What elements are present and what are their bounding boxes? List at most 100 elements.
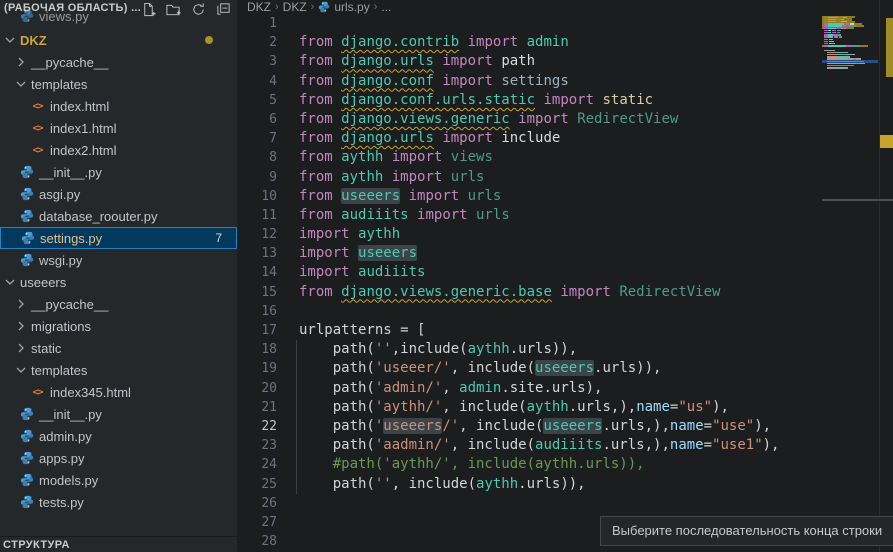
tree-item-templates[interactable]: templates (0, 73, 237, 95)
python-file-icon (19, 407, 34, 422)
tree-item--init-py[interactable]: __init__.py (0, 403, 237, 425)
code-line-4[interactable]: 4from django.conf import settings (237, 72, 877, 91)
line-number: 24 (237, 455, 277, 474)
code-text: from django.urls import include (277, 130, 560, 146)
tree-item-label: templates (31, 363, 87, 378)
refresh-icon[interactable] (190, 1, 206, 17)
breadcrumb-item[interactable]: DKZ (247, 0, 271, 14)
code-line-7[interactable]: 7from django.urls import include (237, 129, 877, 148)
tree-item-label: index345.html (50, 385, 131, 400)
tree-item-index1-html[interactable]: <>index1.html (0, 117, 237, 139)
tree-item--init-py[interactable]: __init__.py (0, 161, 237, 183)
code-text: path('aythh/', include(aythh.urls,),name… (277, 399, 729, 415)
code-editor[interactable]: DKZ › DKZ › urls.py ›... 12from django.contri… (237, 0, 893, 552)
tree-item-templates[interactable]: templates (0, 359, 237, 381)
tree-item-dkz[interactable]: DKZ (0, 29, 237, 51)
tree-item-index345-html[interactable]: <> index345.html (0, 381, 237, 403)
code-line-22[interactable]: 22 path('useeers/', include(useeers.urls… (237, 417, 877, 436)
code-line-16[interactable]: 16 (237, 302, 877, 321)
code-text (277, 514, 299, 530)
python-file-icon (19, 187, 34, 202)
tree-item-useeers[interactable]: useeers (0, 271, 237, 293)
tree-item-settings-py[interactable]: settings.py7 (0, 227, 237, 249)
code-line-9[interactable]: 9from aythh import urls (237, 168, 877, 187)
tree-item-tests-py[interactable]: tests.py (0, 491, 237, 513)
line-number: 2 (237, 33, 277, 52)
code-line-17[interactable]: 17urlpatterns = [ (237, 321, 877, 340)
tree-item-static[interactable]: static (0, 337, 237, 359)
tree-item-label: templates (31, 77, 87, 92)
line-number: 19 (237, 359, 277, 378)
line-number: 14 (237, 263, 277, 282)
tree-item-index2-html[interactable]: <>index2.html (0, 139, 237, 161)
html-file-icon: <> (30, 385, 45, 400)
tree-item-label: index2.html (50, 143, 116, 158)
code-line-18[interactable]: 18 path('',include(aythh.urls)), (237, 340, 877, 359)
tree-item-asgi-py[interactable]: asgi.py (0, 183, 237, 205)
breadcrumb-separator: › (374, 1, 378, 13)
code-line-5[interactable]: 5from django.conf.urls.static import sta… (237, 91, 877, 110)
code-line-19[interactable]: 19 path('useeer/', include(useeers.urls)… (237, 359, 877, 378)
code-line-20[interactable]: 20 path('admin/', admin.site.urls), (237, 379, 877, 398)
code-line-8[interactable]: 8from aythh import views (237, 148, 877, 167)
code-line-11[interactable]: 11from audiiits import urls (237, 206, 877, 225)
code-line-24[interactable]: 24 #path('aythh/', include(aythh.urls)), (237, 455, 877, 474)
line-number: 11 (237, 206, 277, 225)
code-line-1[interactable]: 1 (237, 14, 877, 33)
tree-item-database-roouter-py[interactable]: database_roouter.py (0, 205, 237, 227)
code-text: path('admin/', admin.site.urls), (277, 380, 602, 396)
tree-item-admin-py[interactable]: admin.py (0, 425, 237, 447)
tree-item-apps-py[interactable]: apps.py (0, 447, 237, 469)
code-area[interactable]: 12from django.contrib import admin3from … (237, 14, 877, 551)
tree-item-migrations[interactable]: migrations (0, 315, 237, 337)
code-line-13[interactable]: 13import useeers (237, 244, 877, 263)
tree-item--pycache-[interactable]: __pycache__ (0, 293, 237, 315)
python-file-icon (19, 253, 34, 268)
tree-item-label: database_roouter.py (39, 209, 158, 224)
code-text (277, 15, 299, 31)
python-file-icon (19, 209, 34, 224)
code-text: from django.conf import settings (277, 73, 569, 89)
line-number: 26 (237, 494, 277, 513)
code-line-23[interactable]: 23 path('aadmin/', include(audiiits.urls… (237, 436, 877, 455)
line-number: 10 (237, 187, 277, 206)
code-line-10[interactable]: 10from useeers import urls (237, 187, 877, 206)
code-line-12[interactable]: 12import aythh (237, 225, 877, 244)
code-text: from aythh import views (277, 149, 493, 165)
minimap[interactable] (822, 14, 878, 134)
breadcrumb-item[interactable]: urls.py (334, 0, 369, 14)
line-number: 7 (237, 129, 277, 148)
code-line-2[interactable]: 2from django.contrib import admin (237, 33, 877, 52)
code-line-15[interactable]: 15from django.views.generic.base import … (237, 283, 877, 302)
breadcrumb-item[interactable]: DKZ (283, 0, 307, 14)
code-line-26[interactable]: 26 (237, 494, 877, 513)
tree-item-index-html[interactable]: <>index.html (0, 95, 237, 117)
collapse-all-icon[interactable] (215, 1, 231, 17)
code-line-3[interactable]: 3from django.urls import path (237, 52, 877, 71)
tree-item-models-py[interactable]: models.py (0, 469, 237, 491)
outline-section-header[interactable]: СТРУКТУРА (0, 536, 237, 552)
breadcrumb-separator: › (311, 1, 315, 13)
line-number: 13 (237, 244, 277, 263)
tree-item-label: wsgi.py (39, 253, 82, 268)
code-text: from audiiits import urls (277, 207, 510, 223)
line-number: 23 (237, 436, 277, 455)
line-number: 12 (237, 225, 277, 244)
new-folder-icon[interactable] (165, 1, 181, 17)
code-line-25[interactable]: 25 path('', include(aythh.urls)), (237, 475, 877, 494)
tree-item--pycache-[interactable]: __pycache__ (0, 51, 237, 73)
code-line-14[interactable]: 14import audiiits (237, 263, 877, 282)
tree-item-wsgi-py[interactable]: wsgi.py (0, 249, 237, 271)
breadcrumb-separator: › (275, 1, 279, 13)
breadcrumb-item[interactable]: ... (381, 0, 391, 14)
code-line-6[interactable]: 6from django.views.generic import Redire… (237, 110, 877, 129)
line-number: 15 (237, 283, 277, 302)
new-file-icon[interactable] (140, 1, 156, 17)
line-number: 18 (237, 340, 277, 359)
tree-item-label: settings.py (40, 231, 102, 246)
line-number: 20 (237, 379, 277, 398)
code-text: path('',include(aythh.urls)), (277, 341, 577, 357)
overview-ruler[interactable] (879, 0, 893, 552)
code-line-21[interactable]: 21 path('aythh/', include(aythh.urls,),n… (237, 398, 877, 417)
line-number: 21 (237, 398, 277, 417)
